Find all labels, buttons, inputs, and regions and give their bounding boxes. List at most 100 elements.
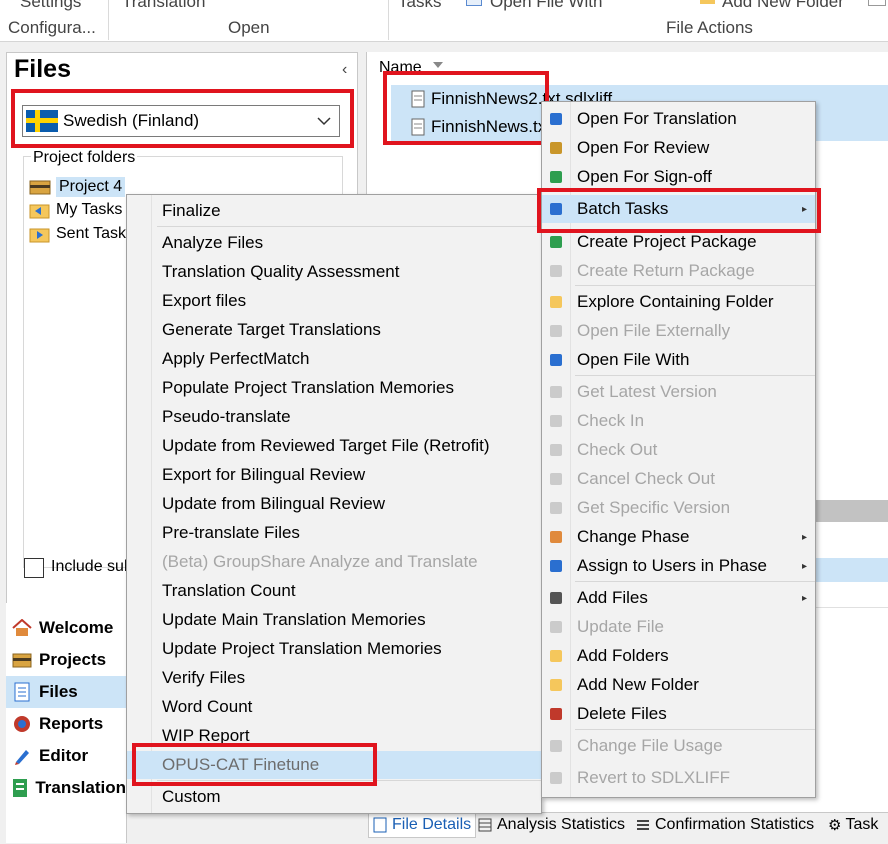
open-with-icon [546, 350, 566, 370]
batch-task-item[interactable]: Update Project Translation Memories [127, 635, 541, 663]
context-menu-item[interactable]: Change Phase ▸ [542, 523, 815, 551]
menu-item-label: Change File Usage [577, 736, 723, 755]
context-menu-item[interactable]: Add New Folder [542, 671, 815, 699]
batch-task-item[interactable]: Translation Count [127, 577, 541, 605]
return-package-icon [546, 261, 566, 281]
nav-files[interactable]: Files [6, 676, 126, 708]
batch-task-item[interactable]: Verify Files [127, 664, 541, 692]
submenu-arrow-icon: ▸ [801, 592, 807, 604]
menu-separator [157, 226, 541, 227]
context-menu-item[interactable]: Open For Sign-off [542, 163, 815, 191]
menu-item-label: Open File Externally [577, 321, 731, 340]
nav-label: Reports [39, 714, 104, 733]
batch-task-item[interactable]: Update from Reviewed Target File (Retrof… [127, 432, 541, 460]
menu-item-label: Export for Bilingual Review [162, 465, 366, 484]
menu-item-label: Open File With [577, 350, 690, 369]
batch-task-item[interactable]: Custom [127, 783, 541, 811]
menu-item-label: Check Out [577, 440, 658, 459]
menu-item-label: Translation Count [162, 581, 296, 600]
batch-task-item[interactable]: Export files [127, 287, 541, 315]
nav-editor[interactable]: Editor [6, 740, 126, 772]
batch-task-item[interactable]: Translation Quality Assessment [127, 258, 541, 286]
tab-label: File Details [392, 816, 472, 833]
file-details-icon [373, 817, 387, 833]
context-menu-item: Get Latest Version [542, 378, 815, 406]
batch-task-item[interactable]: Analyze Files [127, 229, 541, 257]
external-file-icon [546, 321, 566, 341]
context-menu-item: Get Specific Version [542, 494, 815, 522]
delete-icon [546, 704, 566, 724]
menu-item-label: Add New Folder [577, 675, 699, 694]
nav-translation-memories[interactable]: Translation [6, 772, 126, 804]
tab-task[interactable]: ⚙ Task [828, 813, 878, 837]
tab-confirmation-statistics[interactable]: Confirmation Statistics [636, 813, 814, 837]
batch-task-item: (Beta) GroupShare Analyze and Translate [127, 548, 541, 576]
batch-task-item[interactable]: Pseudo-translate [127, 403, 541, 431]
menu-item-label: Add Files [577, 588, 648, 607]
context-menu-item: Revert to SDLXLIFF [542, 764, 815, 792]
context-menu-item: Cancel Check Out [542, 465, 815, 493]
batch-task-item[interactable]: Generate Target Translations [127, 316, 541, 344]
context-menu-item: Check In [542, 407, 815, 435]
menu-item-label: Export files [162, 291, 247, 310]
nav-projects[interactable]: Projects [6, 644, 126, 676]
annotation-highlight-box [383, 71, 549, 145]
menu-item-label: Get Latest Version [577, 382, 717, 401]
nav-label: Files [39, 682, 78, 701]
nav-welcome[interactable]: Welcome [6, 612, 126, 644]
ribbon-open-file-with-button[interactable]: Open File With [490, 0, 602, 12]
folder-item-project[interactable]: Project 4 [29, 177, 126, 197]
collapse-panel-button[interactable]: ‹ [342, 61, 347, 79]
folder-item-my-tasks[interactable]: My Tasks [29, 201, 122, 219]
batch-task-item[interactable]: Update from Bilingual Review [127, 490, 541, 518]
folder-icon [700, 0, 715, 4]
menu-item-label: Open For Review [577, 138, 710, 157]
batch-task-item[interactable]: Export for Bilingual Review [127, 461, 541, 489]
context-menu-item[interactable]: Add Files ▸ [542, 584, 815, 612]
batch-task-item[interactable]: Pre-translate Files [127, 519, 541, 547]
ribbon-group-configuration: Configura... [8, 18, 96, 37]
folder-item-sent-tasks[interactable]: Sent Tasks [29, 225, 134, 243]
confirmation-icon [637, 820, 649, 830]
ribbon-add-new-folder-button[interactable]: Add New Folder [722, 0, 844, 12]
include-subfolders-checkbox[interactable] [24, 558, 44, 578]
menu-item-label: Translation Quality Assessment [162, 262, 400, 281]
context-menu-item[interactable]: Open For Review [542, 134, 815, 162]
sign-off-icon [546, 167, 566, 187]
gear-icon: ⚙ [828, 817, 842, 834]
include-subfolders-label: Include sub [51, 558, 133, 575]
menu-item-label: Cancel Check Out [577, 469, 715, 488]
menu-item-label: Pseudo-translate [162, 407, 291, 426]
add-folder-icon [546, 646, 566, 666]
menu-item-label: Change Phase [577, 527, 690, 546]
ribbon-translation-button[interactable]: Translation [122, 0, 205, 12]
batch-task-item[interactable]: Finalize [127, 197, 541, 225]
batch-task-item[interactable]: Populate Project Translation Memories [127, 374, 541, 402]
menu-item-label: Populate Project Translation Memories [162, 378, 454, 397]
context-menu-item[interactable]: Delete Files [542, 700, 815, 728]
menu-item-label: Check In [577, 411, 645, 430]
ribbon-tasks-button[interactable]: Tasks [398, 0, 441, 12]
menu-item-label: Open For Sign-off [577, 167, 712, 186]
revert-icon [546, 768, 566, 788]
menu-item-label: Create Project Package [577, 232, 757, 251]
batch-task-item[interactable]: Word Count [127, 693, 541, 721]
batch-task-item[interactable]: Update Main Translation Memories [127, 606, 541, 634]
annotation-highlight-box [537, 188, 821, 233]
tab-file-details[interactable]: File Details [368, 813, 477, 838]
menu-item-label: Apply PerfectMatch [162, 349, 310, 368]
batch-task-item[interactable]: Apply PerfectMatch [127, 345, 541, 373]
ribbon-group-open: Open [228, 18, 270, 37]
nav-reports[interactable]: Reports [6, 708, 126, 740]
menu-item-label: Revert to SDLXLIFF [577, 768, 731, 787]
projects-icon [11, 650, 33, 670]
context-menu-item[interactable]: Assign to Users in Phase ▸ [542, 552, 815, 580]
specific-version-icon [546, 498, 566, 518]
ribbon-settings-button[interactable]: Settings [20, 0, 81, 12]
annotation-highlight-box [132, 743, 377, 786]
context-menu-item[interactable]: Open File With [542, 346, 815, 374]
context-menu-item[interactable]: Open For Translation [542, 105, 815, 133]
tab-analysis-statistics[interactable]: Analysis Statistics [478, 813, 625, 837]
context-menu-item[interactable]: Add Folders [542, 642, 815, 670]
context-menu-item[interactable]: Explore Containing Folder [542, 288, 815, 316]
